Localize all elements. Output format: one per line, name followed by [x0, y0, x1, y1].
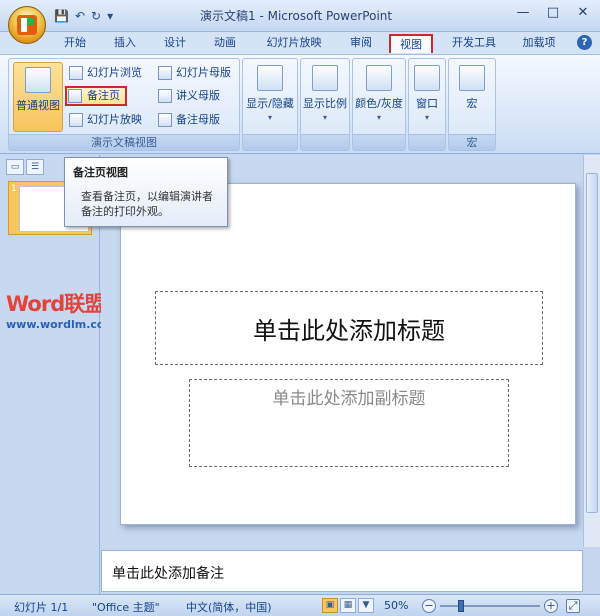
ribbon-tabs: 开始 插入 设计 动画 幻灯片放映 审阅 视图 开发工具 加载项 ? — [0, 32, 600, 54]
tab-design[interactable]: 设计 — [158, 34, 192, 53]
dropdown-arrow-icon: ▾ — [322, 113, 327, 122]
slide-sorter-view-icon[interactable]: ▦ — [340, 598, 356, 613]
group-show-hide: 显示/隐藏 ▾ . — [242, 58, 298, 151]
office-logo-icon — [17, 15, 37, 35]
window-title: 演示文稿1 - Microsoft PowerPoint — [200, 9, 393, 23]
slide-show-view-icon[interactable]: ▼ — [358, 598, 374, 613]
watermark: Word联盟 www.wordlm.com — [6, 288, 116, 331]
group-color-grayscale: 颜色/灰度 ▾ . — [352, 58, 406, 151]
zoom-slider[interactable] — [440, 605, 540, 607]
status-bar: 幻灯片 1/1 "Office 主题" 中文(简体，中国) ▣ ▦ ▼ 50% … — [0, 594, 600, 616]
theme-name[interactable]: "Office 主题" — [92, 599, 160, 615]
fit-to-window-icon[interactable]: ⤢ — [566, 599, 580, 613]
group-label-presentation-views: 演示文稿视图 — [9, 134, 239, 150]
vertical-scrollbar[interactable] — [583, 155, 600, 547]
customize-qat-icon[interactable]: ▾ — [107, 7, 113, 25]
notes-page-button[interactable]: 备注页 — [65, 86, 127, 106]
window-controls: — □ ✕ — [514, 5, 592, 21]
color-grayscale-button[interactable]: 颜色/灰度 ▾ — [353, 65, 405, 122]
notes-page-tooltip: 备注页视图 查看备注页，以编辑演讲者 备注的打印外观。 — [64, 157, 228, 227]
close-button[interactable]: ✕ — [574, 5, 592, 21]
color-grayscale-icon — [366, 65, 392, 91]
slide-master-button[interactable]: 幻灯片母版 — [156, 63, 231, 83]
outline-tab-icon[interactable]: ☰ — [26, 159, 44, 175]
group-macros: 宏 宏 — [448, 58, 496, 151]
scrollbar-thumb[interactable] — [586, 173, 598, 513]
watermark-url: www.wordlm.com — [6, 318, 116, 331]
normal-view-icon — [25, 67, 51, 93]
group-label-blank: . — [301, 134, 349, 150]
group-zoom: 显示比例 ▾ . — [300, 58, 350, 151]
group-label-macros: 宏 — [449, 134, 495, 150]
macros-button[interactable]: 宏 — [449, 65, 495, 111]
window-button[interactable]: 窗口 ▾ — [409, 65, 445, 122]
tab-animation[interactable]: 动画 — [208, 34, 242, 53]
help-icon[interactable]: ? — [577, 35, 592, 50]
tab-insert[interactable]: 插入 — [108, 34, 142, 53]
minimize-button[interactable]: — — [514, 5, 532, 21]
slide-show-button[interactable]: 幻灯片放映 — [67, 110, 142, 130]
office-button[interactable] — [8, 6, 46, 44]
tooltip-body: 查看备注页，以编辑演讲者 备注的打印外观。 — [73, 189, 219, 219]
tab-review[interactable]: 审阅 — [344, 34, 378, 53]
panel-tabs: ▭ ☰ — [6, 159, 44, 175]
normal-view-button[interactable]: 普通视图 — [13, 62, 63, 132]
dropdown-arrow-icon: ▾ — [424, 113, 429, 122]
slides-tab-icon[interactable]: ▭ — [6, 159, 24, 175]
maximize-button[interactable]: □ — [544, 5, 562, 21]
group-label-blank: . — [243, 134, 297, 150]
slide-master-icon — [158, 66, 172, 80]
tab-view[interactable]: 视图 — [389, 34, 433, 53]
title-bar: 💾 ↶ ↻ ▾ 演示文稿1 - Microsoft PowerPoint — □… — [0, 0, 600, 32]
view-shortcuts: ▣ ▦ ▼ — [322, 598, 374, 613]
zoom-slider-handle[interactable] — [458, 600, 464, 612]
slide-canvas[interactable]: 单击此处添加标题 单击此处添加副标题 — [120, 183, 576, 525]
tab-slide-show[interactable]: 幻灯片放映 — [260, 34, 328, 53]
window-icon — [414, 65, 440, 91]
undo-icon[interactable]: ↶ — [75, 7, 85, 25]
notes-master-button[interactable]: 备注母版 — [156, 110, 220, 130]
macros-icon — [459, 65, 485, 91]
tab-home[interactable]: 开始 — [58, 34, 92, 53]
slide-show-icon — [69, 113, 83, 127]
notes-pane[interactable]: 单击此处添加备注 — [101, 550, 583, 592]
zoom-level[interactable]: 50% — [384, 599, 408, 612]
tooltip-line-2: 备注的打印外观。 — [81, 205, 169, 218]
quick-access-toolbar: 💾 ↶ ↻ ▾ — [54, 7, 113, 25]
group-label-blank: . — [409, 134, 445, 150]
handout-master-button[interactable]: 讲义母版 — [156, 86, 220, 106]
ribbon: 普通视图 幻灯片浏览 备注页 幻灯片放映 幻灯片母版 讲义母版 备注母版 演示文… — [0, 54, 600, 154]
zoom-out-icon[interactable]: − — [422, 599, 436, 613]
group-presentation-views: 普通视图 幻灯片浏览 备注页 幻灯片放映 幻灯片母版 讲义母版 备注母版 演示文… — [8, 58, 240, 151]
zoom-icon — [312, 65, 338, 91]
zoom-button[interactable]: 显示比例 ▾ — [301, 65, 349, 122]
group-window: 窗口 ▾ . — [408, 58, 446, 151]
watermark-title: Word联盟 — [6, 292, 105, 316]
zoom-in-icon[interactable]: + — [544, 599, 558, 613]
notes-page-icon — [68, 89, 82, 103]
slide-sorter-icon — [69, 66, 83, 80]
redo-icon[interactable]: ↻ — [91, 7, 101, 25]
normal-view-label: 普通视图 — [16, 99, 60, 112]
tooltip-title: 备注页视图 — [73, 166, 128, 179]
save-icon[interactable]: 💾 — [54, 7, 69, 25]
slide-count: 幻灯片 1/1 — [14, 601, 69, 614]
title-placeholder[interactable]: 单击此处添加标题 — [155, 291, 543, 365]
normal-view-icon[interactable]: ▣ — [322, 598, 338, 613]
dropdown-arrow-icon: ▾ — [267, 113, 272, 122]
tab-developer[interactable]: 开发工具 — [446, 34, 502, 53]
notes-master-icon — [158, 113, 172, 127]
show-hide-icon — [257, 65, 283, 91]
subtitle-placeholder[interactable]: 单击此处添加副标题 — [189, 379, 509, 467]
slide-number: 1 — [11, 184, 17, 194]
tooltip-line-1: 查看备注页，以编辑演讲者 — [81, 190, 213, 203]
dropdown-arrow-icon: ▾ — [376, 113, 381, 122]
group-label-blank: . — [353, 134, 405, 150]
tab-addins[interactable]: 加载项 — [518, 34, 560, 53]
language[interactable]: 中文(简体，中国) — [186, 599, 272, 615]
show-hide-button[interactable]: 显示/隐藏 ▾ — [243, 65, 297, 122]
handout-master-icon — [158, 89, 172, 103]
slide-sorter-button[interactable]: 幻灯片浏览 — [67, 63, 142, 83]
